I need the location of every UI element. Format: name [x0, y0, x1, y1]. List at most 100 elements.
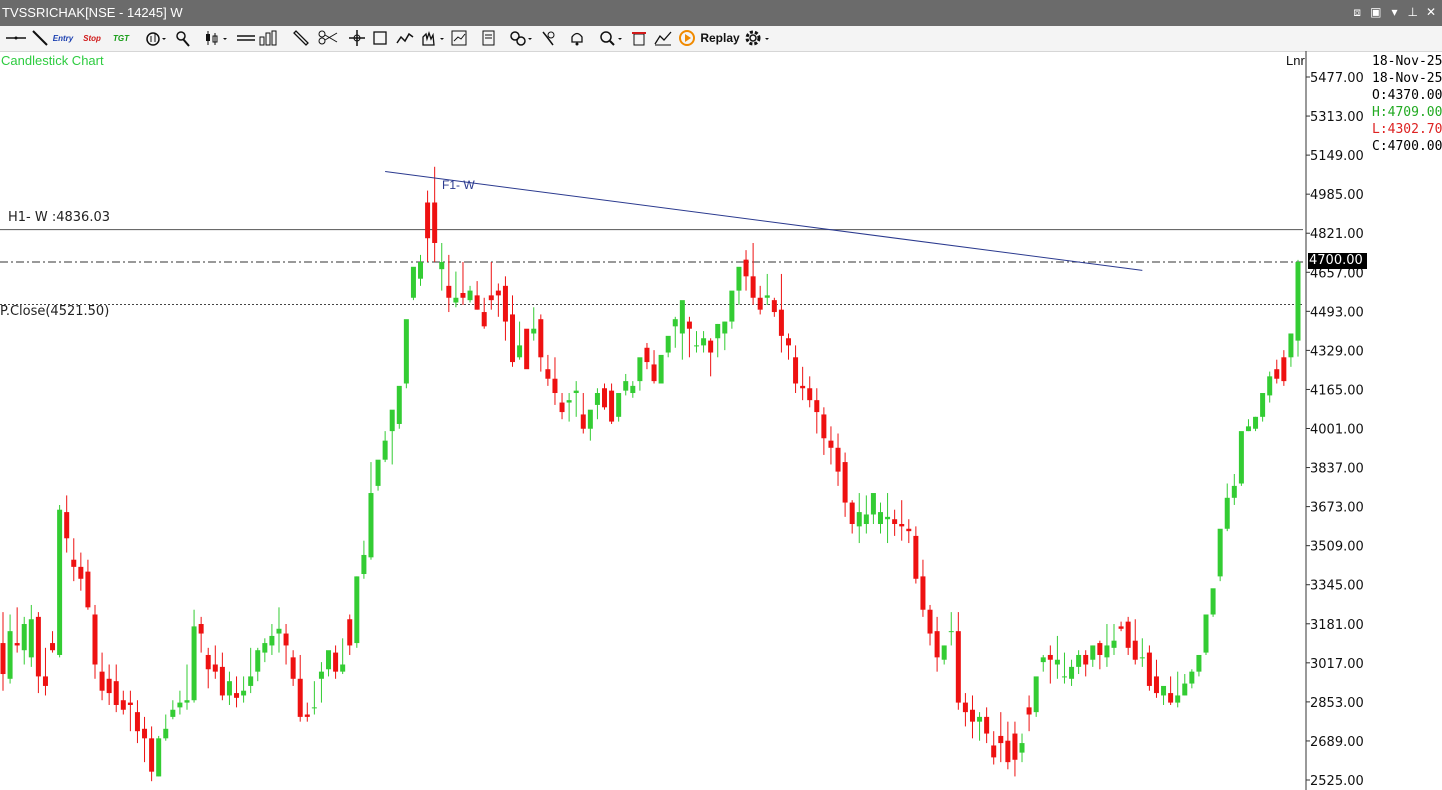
candle-body — [517, 345, 523, 358]
candle-body — [1182, 683, 1188, 696]
candle-body — [552, 378, 558, 394]
candle-body — [389, 409, 395, 432]
chart-settings-icon[interactable] — [448, 28, 470, 48]
sync-icon[interactable]: ⧈ — [1352, 5, 1362, 20]
candle-body — [495, 290, 501, 296]
stop-button[interactable]: Stop — [80, 28, 104, 48]
candle-body — [368, 493, 374, 558]
alert-bell-icon[interactable] — [566, 28, 588, 48]
candle-body — [439, 262, 445, 270]
compare-chart-icon[interactable] — [652, 28, 674, 48]
candle-body — [1026, 707, 1032, 715]
candle-type-icon[interactable] — [202, 28, 232, 48]
candle-body — [793, 357, 799, 384]
y-tick-label: 3181.00 — [1310, 618, 1364, 633]
delete-icon[interactable] — [628, 28, 650, 48]
candle-body — [814, 400, 820, 413]
trendline — [385, 171, 1143, 271]
candle-body — [800, 385, 806, 389]
candle-body — [1083, 654, 1089, 665]
candle-body — [1210, 588, 1216, 615]
candle-body — [545, 369, 551, 379]
candle-body — [1274, 369, 1280, 379]
candle-body — [877, 512, 883, 524]
candle-body — [255, 650, 261, 672]
entry-button[interactable]: Entry — [52, 28, 74, 48]
wave-icon[interactable] — [394, 28, 416, 48]
candle-body — [290, 657, 296, 679]
ruler-icon[interactable] — [290, 28, 312, 48]
candle-body — [602, 388, 608, 408]
candle-body — [665, 335, 671, 353]
candle-body — [205, 654, 211, 670]
candlestick-chart[interactable]: 5477.005313.005149.004985.004821.004657.… — [0, 51, 1442, 790]
candle-body — [913, 535, 919, 579]
candle-body — [1054, 659, 1060, 665]
candle-body — [941, 645, 947, 660]
candle-body — [1111, 640, 1117, 648]
candle-body — [460, 292, 466, 298]
rectangle-icon[interactable] — [370, 28, 390, 48]
candle-body — [1139, 657, 1145, 659]
candle-body — [78, 566, 84, 579]
candle-body — [892, 519, 898, 524]
candle-body — [1146, 652, 1152, 686]
candle-body — [998, 735, 1004, 744]
hand-icon[interactable] — [418, 28, 448, 48]
template-icon[interactable] — [478, 28, 500, 48]
close-icon[interactable]: ✕ — [1426, 5, 1436, 20]
h1-level-label: H1- W :4836.03 — [8, 210, 110, 225]
candle-body — [375, 459, 381, 486]
bar-type-icon[interactable] — [234, 28, 282, 48]
link-icon[interactable] — [506, 28, 536, 48]
indicator-icon[interactable] — [142, 28, 168, 48]
target-button[interactable]: TGT — [110, 28, 132, 48]
save-icon[interactable]: ▣ — [1370, 5, 1381, 20]
crosshair-icon[interactable] — [346, 28, 368, 48]
candle-body — [1047, 654, 1053, 660]
replay-button[interactable]: Replay — [676, 28, 742, 48]
candle-body — [948, 631, 954, 633]
y-tick-label: 4001.00 — [1310, 423, 1364, 438]
gear-icon[interactable] — [742, 28, 772, 48]
y-tick-label: 4493.00 — [1310, 305, 1364, 320]
legend-date: 18-Nov-25 — [1372, 54, 1442, 69]
candle-body — [538, 319, 544, 358]
candle-body — [184, 700, 190, 703]
candle-body — [708, 340, 714, 353]
magnet-icon[interactable] — [538, 28, 560, 48]
pointer-icon[interactable] — [172, 28, 194, 48]
candle-body — [1245, 426, 1251, 432]
zoom-icon[interactable] — [596, 28, 626, 48]
candle-body — [354, 576, 360, 644]
candle-body — [920, 576, 926, 610]
candle-body — [142, 728, 148, 739]
candle-body — [686, 321, 692, 329]
candle-body — [1161, 685, 1167, 696]
candle-body — [134, 712, 140, 732]
candle-body — [969, 709, 975, 722]
candle-body — [1012, 733, 1018, 760]
trendline-icon[interactable] — [30, 28, 50, 48]
candle-body — [927, 609, 933, 634]
candle-body — [679, 300, 685, 334]
candle-body — [432, 202, 438, 243]
legend-low: L:4302.70 — [1372, 122, 1442, 137]
candle-body — [318, 671, 324, 679]
y-tick-label: 5477.00 — [1310, 71, 1364, 86]
candle-body — [573, 390, 579, 394]
candle-body — [1033, 676, 1039, 713]
y-tick-label: 4985.00 — [1310, 188, 1364, 203]
chevron-down-icon[interactable]: ▾ — [1389, 5, 1399, 20]
y-tick-label: 3837.00 — [1310, 462, 1364, 477]
y-tick-label: 4165.00 — [1310, 383, 1364, 398]
scissors-icon[interactable] — [316, 28, 344, 48]
candle-body — [587, 409, 593, 429]
horizontal-line-icon[interactable] — [4, 28, 28, 48]
candle-body — [1168, 693, 1174, 703]
pin-icon[interactable]: ⊥ — [1407, 5, 1417, 20]
candle-body — [609, 390, 615, 422]
candle-body — [248, 676, 254, 686]
candle-body — [418, 262, 424, 279]
candle-body — [977, 716, 983, 722]
